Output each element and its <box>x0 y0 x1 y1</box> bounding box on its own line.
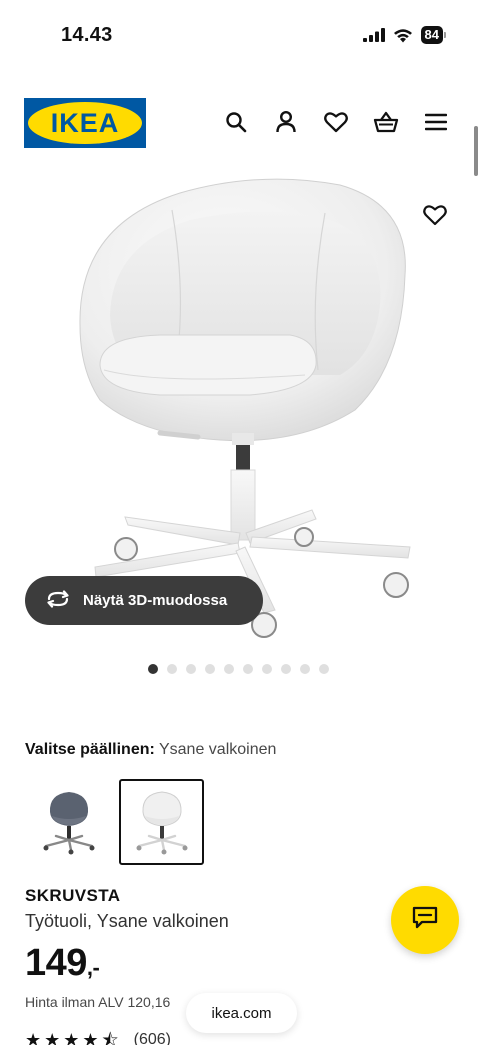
menu-icon[interactable] <box>422 108 450 136</box>
product-description: Työtuoli, Ysane valkoinen <box>25 911 229 931</box>
chat-button[interactable] <box>391 886 459 954</box>
carousel-dot[interactable] <box>319 664 329 674</box>
star-icon: ★ <box>63 1030 80 1045</box>
carousel-dots <box>148 664 329 674</box>
half-star-icon: ⯪ <box>101 1030 119 1045</box>
product-name: SKRUVSTA <box>25 886 121 905</box>
carousel-dot[interactable] <box>243 664 253 674</box>
carousel-dot[interactable] <box>186 664 196 674</box>
price-without-vat: Hinta ilman ALV 120,16 <box>25 994 171 1010</box>
cover-label-title: Valitse päällinen: <box>25 741 155 758</box>
favorite-heart-icon[interactable] <box>421 201 449 229</box>
search-icon[interactable] <box>222 108 250 136</box>
product-price: 149,- <box>25 942 100 985</box>
carousel-dot[interactable] <box>224 664 234 674</box>
signal-icon <box>362 28 385 42</box>
wifi-icon <box>393 28 412 42</box>
star-icon: ★ <box>25 1030 42 1045</box>
heart-icon[interactable] <box>322 108 350 136</box>
header-nav-icons <box>222 108 450 136</box>
star-icon: ★ <box>82 1030 99 1045</box>
user-icon[interactable] <box>272 108 300 136</box>
ikea-logo[interactable]: IKEA <box>24 98 146 148</box>
price-value: 149 <box>25 942 87 984</box>
review-count: (606) <box>133 1031 171 1045</box>
swatch-white[interactable] <box>119 779 204 865</box>
swatch-grey[interactable] <box>26 779 111 865</box>
view-3d-label: Näytä 3D-muodossa <box>83 592 228 609</box>
basket-icon[interactable] <box>372 108 400 136</box>
browser-url-bar[interactable]: ikea.com <box>186 993 297 1033</box>
view-3d-button[interactable]: Näytä 3D-muodossa <box>25 576 263 625</box>
battery-icon: 84 <box>420 26 446 44</box>
star-icon: ★ <box>44 1030 61 1045</box>
status-time: 14.43 <box>61 24 113 46</box>
site-header: IKEA <box>0 96 480 152</box>
battery-level: 84 <box>420 26 443 44</box>
cover-selected-value: Ysane valkoinen <box>158 741 277 758</box>
price-suffix: ,- <box>86 955 100 980</box>
carousel-dot[interactable] <box>300 664 310 674</box>
status-icons: 84 <box>362 26 446 44</box>
carousel-dot[interactable] <box>167 664 177 674</box>
cover-swatches <box>26 779 204 865</box>
cover-selection-label: Valitse päällinen: Ysane valkoinen <box>25 741 276 759</box>
svg-text:IKEA: IKEA <box>51 108 120 138</box>
carousel-dot[interactable] <box>205 664 215 674</box>
carousel-dot[interactable] <box>262 664 272 674</box>
chat-icon <box>412 906 438 935</box>
product-rating[interactable]: ★ ★ ★ ★ ⯪ (606) <box>25 1031 171 1045</box>
carousel-dot[interactable] <box>281 664 291 674</box>
rotate-3d-icon <box>45 589 71 612</box>
status-bar: 14.43 84 <box>0 0 480 72</box>
carousel-dot[interactable] <box>148 664 158 674</box>
